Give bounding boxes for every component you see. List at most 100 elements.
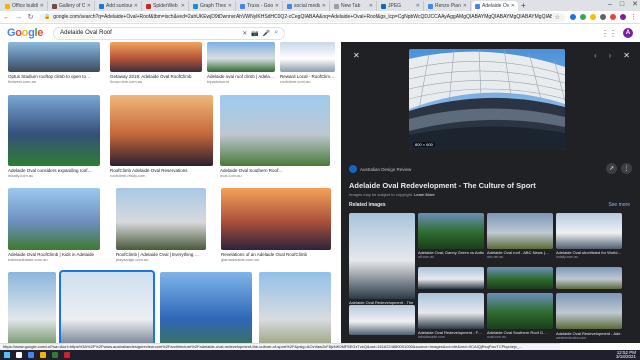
image-result[interactable]: Adelaide Oval Redevelopment - Th…austral… [59,270,155,343]
result-thumbnail[interactable] [207,42,275,72]
source-name[interactable]: Australian Design Review [360,167,411,172]
related-image[interactable]: Adelaide Oval Southern Roof G… oval.com.a… [487,293,553,339]
image-result[interactable]: RoofClimb Adelaide - Take On Th…sarah.co… [259,272,331,343]
browser-tab[interactable]: Truss - Google I…✕ [237,1,283,11]
microphone-icon[interactable]: 🎤 [263,30,270,37]
extension-icon[interactable] [580,14,586,20]
image-result[interactable]: RoofClimb Adelaide Ov…weekendnotes.com [8,272,56,343]
minimize-icon[interactable]: – [608,0,612,10]
browser-tab[interactable]: SpiderWeb | Pro…✕ [143,1,189,11]
browser-tab[interactable]: social media gu…✕ [284,1,330,11]
clear-icon[interactable]: ✕ [242,30,247,37]
app-taskbar-icon[interactable] [52,352,58,358]
tab-close-icon[interactable]: ✕ [369,3,373,9]
more-options-icon[interactable]: ⋮ [621,163,632,174]
related-image[interactable] [349,305,415,335]
reload-icon[interactable]: ↻ [27,13,34,21]
image-result[interactable]: Reward Local - RoofClimb… roofclimb.com.a… [280,42,335,84]
image-result[interactable]: RoofClimb | Adelaide Oval | Everything …… [116,188,206,262]
forward-icon[interactable]: → [15,14,22,21]
chrome-taskbar-icon[interactable] [28,352,34,358]
camera-search-icon[interactable]: 📷 [251,30,258,37]
tab-close-icon[interactable]: ✕ [511,3,515,9]
image-result[interactable]: RoofClimb Adelaide Oval Reservations roof… [110,95,213,178]
related-thumbnail[interactable] [349,213,415,299]
search-box[interactable]: Adelaide Oval Roof ✕ 📷 🎤 ⌕ [53,26,286,40]
result-thumbnail[interactable] [110,95,213,166]
apps-grid-icon[interactable]: ⋮⋮ [601,29,617,38]
image-result[interactable]: Adelaide Oval RoofClimb | Kids in Adelai… [8,188,100,262]
extension-icon[interactable] [610,14,616,20]
new-tab-button[interactable]: + [521,1,526,11]
see-more-link[interactable]: See more [608,202,630,208]
close-panel-icon[interactable]: ✕ [623,51,630,60]
image-result[interactable]: Adelaide Oval considers expanding roof… i… [8,95,100,178]
tab-close-icon[interactable]: ✕ [40,3,44,9]
source-row[interactable]: Australian Design Review [349,165,411,173]
tab-close-icon[interactable]: ✕ [228,3,232,9]
image-result[interactable]: Optus Stadium rooftop climb to open to… t… [8,42,100,84]
result-thumbnail[interactable] [116,188,206,250]
browser-tab[interactable]: Add sunlounge…✕ [96,1,142,11]
tab-close-icon[interactable]: ✕ [134,3,138,9]
related-thumbnail[interactable] [556,213,622,249]
browser-tab[interactable]: Renzo Piano Bu…✕ [425,1,471,11]
tab-close-icon[interactable]: ✕ [463,3,467,9]
tab-close-icon[interactable]: ✕ [275,3,279,9]
browser-tab[interactable]: New Tab ✕ [331,1,377,11]
image-result[interactable]: Adelaide Oval Southern Roof… oval.com.au [220,95,330,178]
image-result[interactable]: Adelaide Oval RoofClimb…glamadelaide.com… [160,272,252,343]
related-image[interactable]: Adelaide Oval, Danny Green vs Anthony…af… [418,213,484,259]
windows-start-icon[interactable] [4,352,10,358]
related-thumbnail[interactable] [556,267,622,289]
related-thumbnail[interactable] [418,213,484,249]
image-result[interactable]: Getaway 2019: Adelaide Oval RoofClimb 9no… [110,42,202,84]
related-thumbnail[interactable] [556,293,622,329]
related-image[interactable] [556,293,622,329]
result-thumbnail[interactable] [110,42,202,72]
search-icon[interactable]: ⌕ [274,29,278,37]
result-thumbnail[interactable] [8,95,100,166]
learn-more-link[interactable]: Learn More [414,192,434,197]
profile-icon[interactable] [620,14,626,20]
result-thumbnail[interactable] [8,272,56,343]
preview-title[interactable]: Adelaide Oval Redevelopment - The Cultur… [349,181,536,190]
close-window-icon[interactable]: ✕ [632,0,638,10]
browser-tab[interactable]: Graph Theory…✕ [190,1,236,11]
image-result[interactable]: Revelations of an Adelaide Oval RoofClim… [221,188,331,262]
back-icon[interactable]: ← [3,14,10,21]
result-thumbnail[interactable] [8,188,100,250]
search-taskbar-icon[interactable] [16,352,22,358]
tab-close-icon[interactable]: ✕ [416,3,420,9]
image-result[interactable]: Adelaide oval roof climb | Adelaide… trip… [207,42,275,84]
related-image[interactable]: Adelaide Oval shortlisted for World… inda… [556,213,622,259]
extension-icon[interactable] [570,14,576,20]
bookmark-star-icon[interactable]: ☆ [555,14,560,21]
related-thumbnail[interactable] [487,213,553,249]
related-image[interactable] [487,267,553,289]
address-bar[interactable]: 🔒 google.com/search?q=Adelaide+Oval+Roof… [39,12,565,22]
related-image[interactable]: Adelaide Oval roof - ABC News (… abc.net.… [487,213,553,259]
search-input[interactable]: Adelaide Oval Roof [60,30,238,36]
result-thumbnail[interactable] [59,270,155,343]
extension-icon[interactable] [600,14,606,20]
result-thumbnail[interactable] [8,42,100,72]
result-thumbnail[interactable] [160,272,252,343]
browser-tab[interactable]: Adelaide Oval R…✕ [472,1,518,11]
browser-tab[interactable]: Gallery of One …✕ [49,1,95,11]
browser-menu-icon[interactable]: ⋮ [630,13,637,21]
tab-close-icon[interactable]: ✕ [181,3,185,9]
result-thumbnail[interactable] [259,272,331,343]
explorer-taskbar-icon[interactable] [40,352,46,358]
maximize-icon[interactable]: □ [620,0,624,10]
related-image[interactable]: Adelaide Oval Redevelopment - The …austr… [349,213,415,309]
share-icon[interactable]: ↗ [606,163,617,174]
related-image-caption-block[interactable]: Adelaide Oval Redevelopment - Ade… weeken… [556,330,622,340]
result-thumbnail[interactable] [221,188,331,250]
related-thumbnail[interactable] [487,293,553,329]
related-thumbnail[interactable] [349,305,415,335]
previous-image-icon[interactable]: ‹ [594,51,597,60]
google-logo[interactable]: Google [7,27,43,39]
related-thumbnail[interactable] [418,267,484,289]
result-thumbnail[interactable] [220,95,330,166]
